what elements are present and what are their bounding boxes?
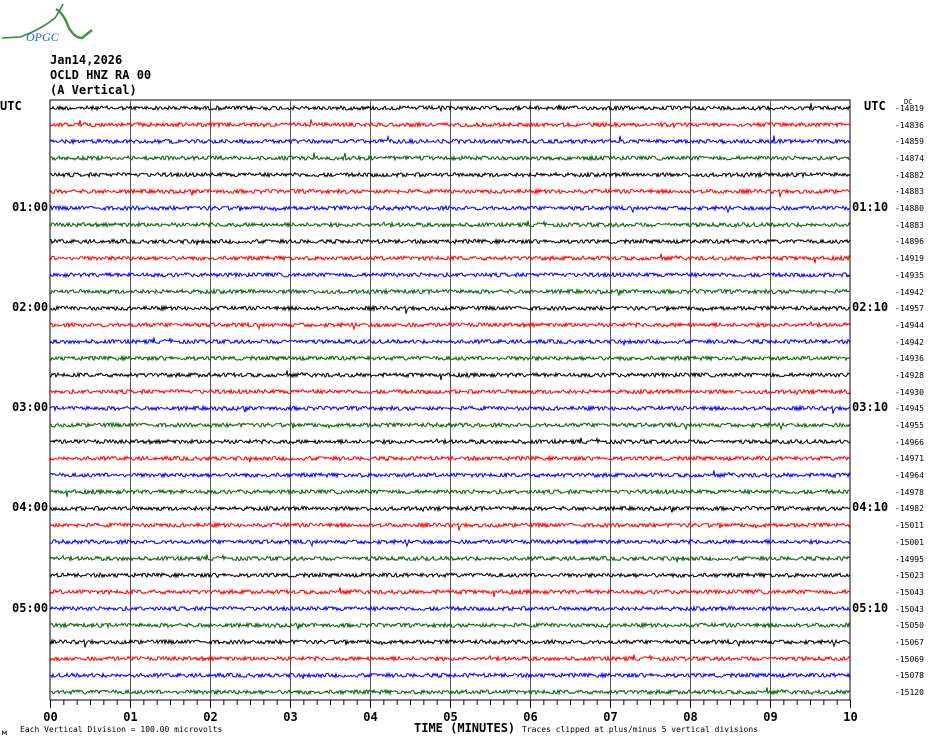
x-axis-title: TIME (MINUTES)	[414, 721, 516, 735]
helicorder-plot: 00 01 02 03 04 05 06 07 08 09 10	[43, 99, 858, 724]
x-tick-label: 03	[283, 710, 297, 724]
clip-note: Traces clipped at plus/minus 5 vertical …	[522, 725, 759, 734]
x-tick-label: 02	[203, 710, 217, 724]
x-tick-label: 08	[683, 710, 697, 724]
x-tick-label: 10	[843, 710, 857, 724]
x-tick-label: 09	[763, 710, 777, 724]
x-tick-label: 00	[43, 710, 57, 724]
x-tick-label: 01	[123, 710, 137, 724]
scale-note: Each Vertical Division = 100.00 microvol…	[20, 725, 223, 734]
x-tick-label: 07	[603, 710, 617, 724]
x-tick-label: 04	[363, 710, 377, 724]
corner-mark: м	[2, 728, 7, 737]
x-tick-label: 06	[523, 710, 537, 724]
